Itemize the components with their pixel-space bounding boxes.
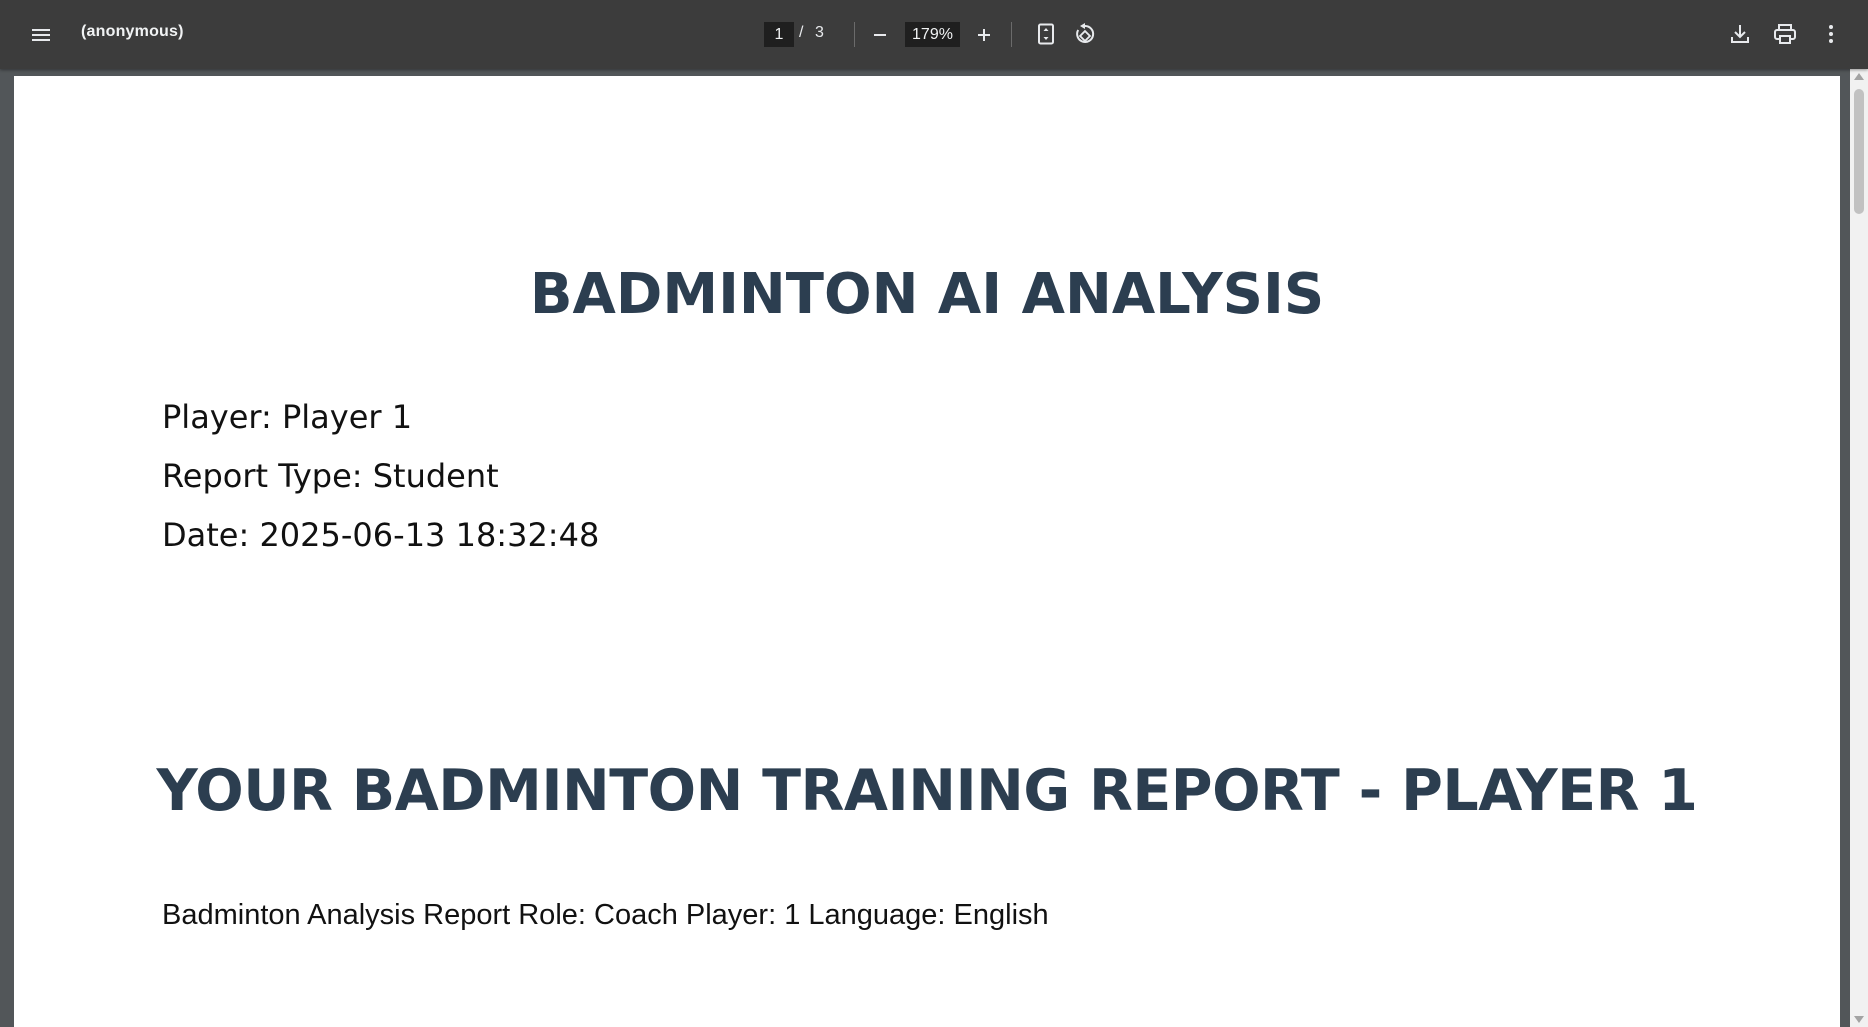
- print-button[interactable]: [1767, 16, 1803, 52]
- fit-to-page-button[interactable]: [1028, 16, 1064, 52]
- section-heading: YOUR BADMINTON TRAINING REPORT - PLAYER …: [156, 758, 1698, 824]
- scrollbar-thumb[interactable]: [1854, 89, 1864, 214]
- download-button[interactable]: [1722, 16, 1758, 52]
- plus-icon: [978, 29, 990, 41]
- toolbar-divider: [1011, 22, 1012, 47]
- hamburger-menu-icon[interactable]: [22, 17, 60, 53]
- zoom-out-button[interactable]: [862, 17, 898, 53]
- scroll-down-arrow-icon[interactable]: [1854, 1016, 1864, 1023]
- minus-icon: [874, 34, 886, 36]
- download-icon: [1731, 25, 1749, 43]
- pdf-viewer[interactable]: BADMINTON AI ANALYSIS Player: Player 1 R…: [0, 69, 1868, 1027]
- zoom-level-input[interactable]: [905, 22, 960, 47]
- rotate-button[interactable]: [1067, 16, 1103, 52]
- page-number-input[interactable]: [764, 22, 794, 47]
- summary-line: Badminton Analysis Report Role: Coach Pl…: [162, 899, 1049, 931]
- page-separator: /: [799, 24, 804, 41]
- more-options-button[interactable]: [1813, 16, 1849, 52]
- pdf-page: BADMINTON AI ANALYSIS Player: Player 1 R…: [14, 76, 1840, 1027]
- document-title: (anonymous): [81, 23, 184, 40]
- toolbar-divider: [854, 22, 855, 47]
- player-line: Player: Player 1: [162, 398, 413, 436]
- pdf-toolbar: (anonymous) / 3: [0, 0, 1868, 69]
- scroll-up-arrow-icon[interactable]: [1854, 73, 1864, 80]
- print-icon: [1774, 24, 1796, 44]
- more-vertical-icon: [1829, 25, 1833, 43]
- report-heading: BADMINTON AI ANALYSIS: [529, 262, 1325, 327]
- vertical-scrollbar[interactable]: [1850, 69, 1868, 1027]
- report-type-line: Report Type: Student: [162, 457, 499, 495]
- zoom-in-button[interactable]: [966, 17, 1002, 53]
- page-total: 3: [815, 24, 824, 41]
- rotate-counterclockwise-icon: [1076, 23, 1095, 43]
- fit-to-page-icon: [1038, 23, 1054, 45]
- date-line: Date: 2025-06-13 18:32:48: [162, 516, 600, 554]
